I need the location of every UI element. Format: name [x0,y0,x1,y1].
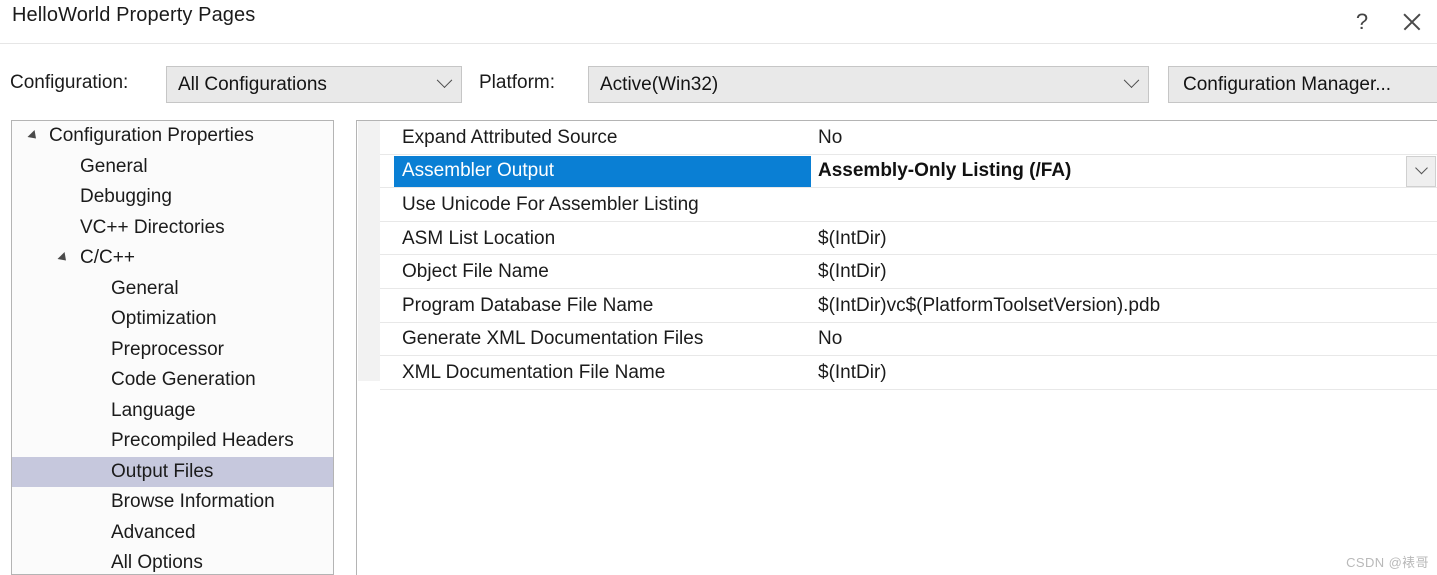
tree-item-advanced[interactable]: Advanced [12,518,333,549]
property-name: Expand Attributed Source [402,126,618,148]
tree-item-configuration-properties[interactable]: Configuration Properties [12,121,333,152]
chevron-down-icon [427,67,461,102]
tree-item-label: Browse Information [111,491,275,513]
configuration-bar: Configuration: All Configurations Platfo… [0,44,1437,116]
property-name: Object File Name [402,261,549,283]
tree-item-debugging[interactable]: Debugging [12,182,333,213]
tree-item-label: Configuration Properties [49,125,254,147]
chevron-down-icon [1414,161,1428,174]
tree-item-language[interactable]: Language [12,396,333,427]
row-separator [380,388,1437,390]
question-mark-icon: ? [1355,8,1369,34]
watermark: CSDN @裱哥 [1346,555,1429,570]
tree-item-preprocessor[interactable]: Preprocessor [12,335,333,366]
platform-label: Platform: [479,72,556,93]
tree-item-browse-information[interactable]: Browse Information [12,487,333,518]
configuration-label: Configuration: [10,72,129,93]
title-bar: HelloWorld Property Pages ? [0,0,1437,44]
tree-item-output-files[interactable]: Output Files [12,456,333,487]
close-button[interactable] [1389,0,1435,43]
tree-item-label: All Options [111,552,203,574]
tree-item-precompiled-headers[interactable]: Precompiled Headers [12,426,333,457]
tree-item-label: Precompiled Headers [111,430,294,452]
property-row[interactable]: Expand Attributed Source No [357,121,1437,155]
configuration-manager-button[interactable]: Configuration Manager... [1168,66,1437,103]
tree-item-all-options[interactable]: All Options [12,548,333,574]
tree-item-general[interactable]: General [12,152,333,183]
property-row[interactable]: Use Unicode For Assembler Listing [357,188,1437,222]
tree-item-optimization[interactable]: Optimization [12,304,333,335]
configuration-tree[interactable]: Configuration Properties General Debugging… [11,120,334,575]
property-value: $(IntDir) [818,361,887,383]
tree-item-label: Language [111,399,196,421]
property-value: No [818,328,843,350]
platform-select-value: Active(Win32) [600,73,719,95]
property-name: Generate XML Documentation Files [402,328,704,350]
property-name: XML Documentation File Name [402,361,666,383]
property-row[interactable]: ASM List Location $(IntDir) [357,222,1437,256]
property-pages-dialog: HelloWorld Property Pages ? Configuratio… [0,0,1437,575]
property-value: $(IntDir) [818,261,887,283]
property-value[interactable]: Assembly-Only Listing (/FA) [818,160,1071,182]
chevron-down-icon [1114,67,1148,102]
property-value-dropdown-button[interactable] [1406,155,1436,187]
tree-item-vc-directories[interactable]: VC++ Directories [12,213,333,244]
property-row[interactable]: Assembler Output Assembly-Only Listing (/… [357,155,1437,189]
close-icon [1401,11,1423,33]
tree-item-label: General [111,277,179,299]
configuration-select-value: All Configurations [178,73,327,95]
tree-item-label: Advanced [111,521,196,543]
tree-item-label: Preprocessor [111,338,224,360]
tree-item-label: Optimization [111,308,217,330]
property-name: Program Database File Name [402,294,654,316]
tree-item-label: Debugging [80,186,172,208]
property-value: $(IntDir) [818,227,887,249]
property-value: $(IntDir)vc$(PlatformToolsetVersion).pdb [818,294,1161,316]
property-row[interactable]: XML Documentation File Name $(IntDir) [357,356,1437,390]
property-row[interactable]: Program Database File Name $(IntDir)vc$(P… [357,289,1437,323]
tree-item-label: Code Generation [111,369,256,391]
platform-select[interactable]: Active(Win32) [588,66,1149,103]
page-title: HelloWorld Property Pages [12,4,256,26]
help-button[interactable]: ? [1339,0,1385,43]
property-value: No [818,126,843,148]
tree-item-label: VC++ Directories [80,216,225,238]
tree-item-label: General [80,155,148,177]
tree-item-code-generation[interactable]: Code Generation [12,365,333,396]
property-name: ASM List Location [402,227,556,249]
tree-item-c-c[interactable]: C/C++ [12,243,333,274]
property-row[interactable]: Object File Name $(IntDir) [357,255,1437,289]
properties-grid[interactable]: Expand Attributed Source No Assembler Outp… [356,120,1437,575]
configuration-select[interactable]: All Configurations [166,66,462,103]
property-name: Use Unicode For Assembler Listing [402,193,699,215]
property-row[interactable]: Generate XML Documentation Files No [357,323,1437,357]
property-name: Assembler Output [402,160,555,182]
tree-item-general[interactable]: General [12,274,333,305]
tree-item-label: C/C++ [80,247,135,269]
tree-item-label: Output Files [111,460,214,482]
